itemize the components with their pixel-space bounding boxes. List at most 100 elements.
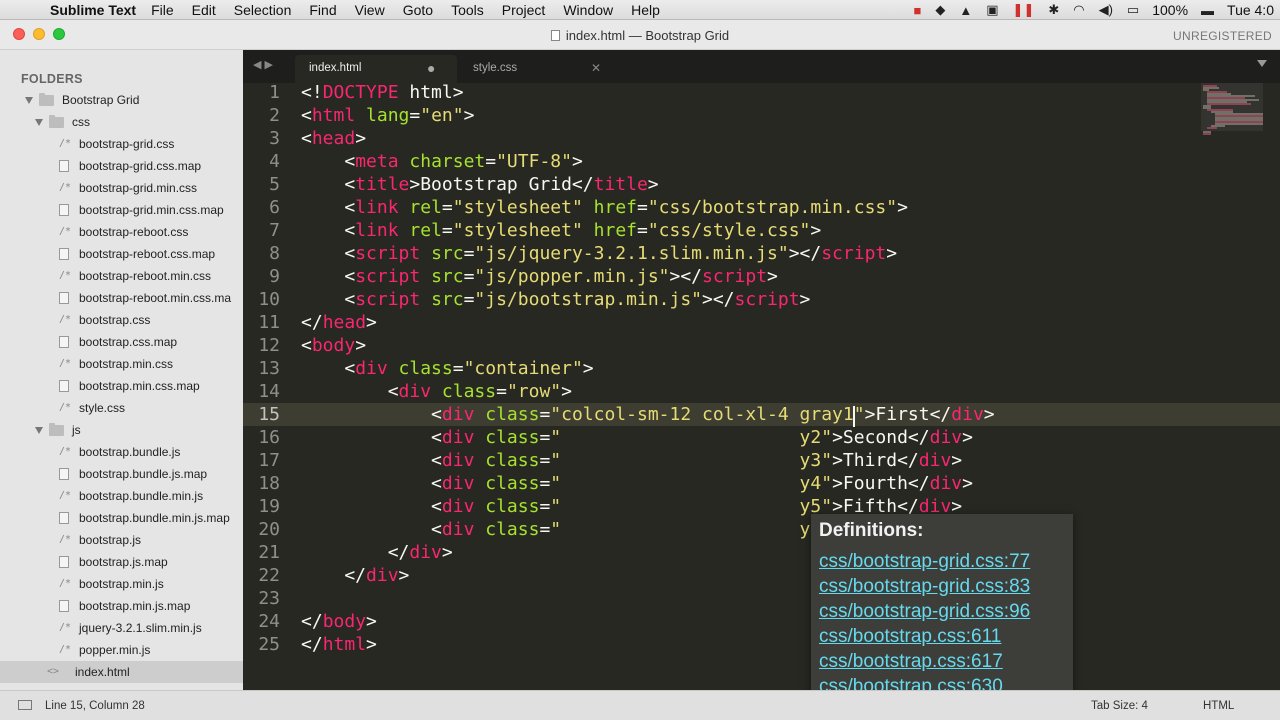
- code-line[interactable]: 16 <div class=" y2">Second</div>: [243, 426, 1280, 449]
- bluetooth-icon[interactable]: ✱: [1048, 2, 1059, 18]
- file-6-js-folder[interactable]: /* bootstrap.min.js: [0, 573, 243, 595]
- line-number[interactable]: 20: [243, 518, 280, 541]
- file-0-js-folder[interactable]: /* bootstrap.bundle.js: [0, 441, 243, 463]
- volume-icon[interactable]: ◀): [1099, 2, 1113, 18]
- folder-css[interactable]: css: [0, 111, 243, 133]
- code-line[interactable]: 1 <!DOCTYPE html>: [243, 83, 1280, 104]
- display-icon[interactable]: ▣: [986, 2, 998, 18]
- file-1-js-folder[interactable]: bootstrap.bundle.js.map: [0, 463, 243, 485]
- file-1-css-folder[interactable]: bootstrap-grid.css.map: [0, 155, 243, 177]
- file-0-css-folder[interactable]: /* bootstrap-grid.css: [0, 133, 243, 155]
- code-line[interactable]: 17 <div class=" y3">Third</div>: [243, 449, 1280, 472]
- unsaved-dot-icon[interactable]: ●: [427, 60, 435, 76]
- menu-edit[interactable]: Edit: [183, 2, 225, 18]
- file-2-js-folder[interactable]: /* bootstrap.bundle.min.js: [0, 485, 243, 507]
- code-line[interactable]: 14 <div class="row">: [243, 380, 1280, 403]
- line-number[interactable]: 15: [243, 403, 280, 426]
- record-icon[interactable]: ■: [914, 3, 922, 18]
- definition-link[interactable]: css/bootstrap.css:617: [819, 651, 1003, 673]
- code-line[interactable]: 13 <div class="container">: [243, 357, 1280, 380]
- menu-selection[interactable]: Selection: [225, 2, 301, 18]
- file-index-html[interactable]: <> index.html: [0, 661, 243, 683]
- line-number[interactable]: 14: [243, 380, 280, 403]
- folder-js[interactable]: js: [0, 419, 243, 441]
- folder-bootstrap-grid[interactable]: Bootstrap Grid: [0, 89, 243, 111]
- line-number[interactable]: 8: [243, 242, 280, 265]
- menu-window[interactable]: Window: [554, 2, 622, 18]
- line-number[interactable]: 3: [243, 127, 280, 150]
- file-6-css-folder[interactable]: /* bootstrap-reboot.min.css: [0, 265, 243, 287]
- tab-style-css[interactable]: style.css ✕: [457, 55, 609, 83]
- menu-help[interactable]: Help: [622, 2, 669, 18]
- line-number[interactable]: 22: [243, 564, 280, 587]
- tab-size[interactable]: Tab Size: 4: [1091, 700, 1148, 712]
- line-number[interactable]: 18: [243, 472, 280, 495]
- disclosure-triangle-icon[interactable]: [25, 96, 33, 104]
- file-11-css-folder[interactable]: bootstrap.min.css.map: [0, 375, 243, 397]
- code-line[interactable]: 10 <script src="js/bootstrap.min.js"></s…: [243, 288, 1280, 311]
- line-number[interactable]: 24: [243, 610, 280, 633]
- file-3-js-folder[interactable]: bootstrap.bundle.min.js.map: [0, 507, 243, 529]
- code-line[interactable]: 2 <html lang="en">: [243, 104, 1280, 127]
- pause-icon[interactable]: ❚❚: [1013, 2, 1035, 18]
- cursor-position[interactable]: Line 15, Column 28: [45, 700, 145, 712]
- line-number[interactable]: 23: [243, 587, 280, 610]
- definition-link[interactable]: css/bootstrap-grid.css:83: [819, 576, 1030, 598]
- file-5-js-folder[interactable]: bootstrap.js.map: [0, 551, 243, 573]
- code-line[interactable]: 22 </div>: [243, 564, 1280, 587]
- line-number[interactable]: 21: [243, 541, 280, 564]
- airplay-icon[interactable]: ▭: [1127, 2, 1139, 18]
- menu-project[interactable]: Project: [493, 2, 555, 18]
- code-line[interactable]: 15 <div class="colcol-sm-12 col-xl-4 gra…: [243, 403, 1280, 426]
- code-line[interactable]: 3 <head>: [243, 127, 1280, 150]
- line-number[interactable]: 19: [243, 495, 280, 518]
- line-number[interactable]: 6: [243, 196, 280, 219]
- definition-link[interactable]: css/bootstrap-grid.css:96: [819, 601, 1030, 623]
- file-7-css-folder[interactable]: bootstrap-reboot.min.css.ma: [0, 287, 243, 309]
- definition-link[interactable]: css/bootstrap-grid.css:77: [819, 551, 1030, 573]
- code-line[interactable]: 23: [243, 587, 1280, 610]
- code-editor[interactable]: 1 <!DOCTYPE html> 2 <html lang="en"> 3 <head>…: [243, 83, 1280, 690]
- tab-index-html[interactable]: index.html ●: [295, 55, 457, 83]
- upload-icon[interactable]: ▲: [959, 3, 972, 18]
- line-number[interactable]: 25: [243, 633, 280, 656]
- clock[interactable]: Tue 4:0: [1227, 2, 1274, 18]
- syntax-mode[interactable]: HTML: [1203, 700, 1234, 712]
- line-number[interactable]: 1: [243, 83, 280, 104]
- code-line[interactable]: 19 <div class=" y5">Fifth</div>: [243, 495, 1280, 518]
- line-number[interactable]: 17: [243, 449, 280, 472]
- file-5-css-folder[interactable]: bootstrap-reboot.css.map: [0, 243, 243, 265]
- panel-toggle-icon[interactable]: [18, 700, 32, 710]
- code-line[interactable]: 25 </html>: [243, 633, 1280, 656]
- code-line[interactable]: 6 <link rel="stylesheet" href="css/boots…: [243, 196, 1280, 219]
- code-line[interactable]: 11 </head>: [243, 311, 1280, 334]
- close-tab-icon[interactable]: ✕: [591, 61, 601, 75]
- file-8-css-folder[interactable]: /* bootstrap.css: [0, 309, 243, 331]
- code-line[interactable]: 9 <script src="js/popper.min.js"></scrip…: [243, 265, 1280, 288]
- tab-dropdown-icon[interactable]: [1257, 60, 1267, 67]
- file-7-js-folder[interactable]: bootstrap.min.js.map: [0, 595, 243, 617]
- file-12-css-folder[interactable]: /* style.css: [0, 397, 243, 419]
- disclosure-triangle-icon[interactable]: [35, 118, 43, 126]
- line-number[interactable]: 5: [243, 173, 280, 196]
- menu-goto[interactable]: Goto: [394, 2, 442, 18]
- menu-view[interactable]: View: [346, 2, 394, 18]
- menu-tools[interactable]: Tools: [442, 2, 493, 18]
- file-10-css-folder[interactable]: /* bootstrap.min.css: [0, 353, 243, 375]
- line-number[interactable]: 10: [243, 288, 280, 311]
- line-number[interactable]: 2: [243, 104, 280, 127]
- line-number[interactable]: 7: [243, 219, 280, 242]
- code-line[interactable]: 24 </body>: [243, 610, 1280, 633]
- line-number[interactable]: 11: [243, 311, 280, 334]
- definition-link[interactable]: css/bootstrap.css:611: [819, 626, 1001, 648]
- code-line[interactable]: 20 <div class=" y6">Sixth</div>: [243, 518, 1280, 541]
- app-menu[interactable]: Sublime Text: [50, 2, 136, 18]
- line-number[interactable]: 13: [243, 357, 280, 380]
- line-number[interactable]: 16: [243, 426, 280, 449]
- file-3-css-folder[interactable]: bootstrap-grid.min.css.map: [0, 199, 243, 221]
- minimap[interactable]: [1201, 83, 1263, 135]
- code-line[interactable]: 21 </div>: [243, 541, 1280, 564]
- disclosure-triangle-icon[interactable]: [35, 426, 43, 434]
- battery-icon[interactable]: ▬: [1201, 3, 1214, 18]
- definition-link[interactable]: css/bootstrap.css:630: [819, 676, 1003, 690]
